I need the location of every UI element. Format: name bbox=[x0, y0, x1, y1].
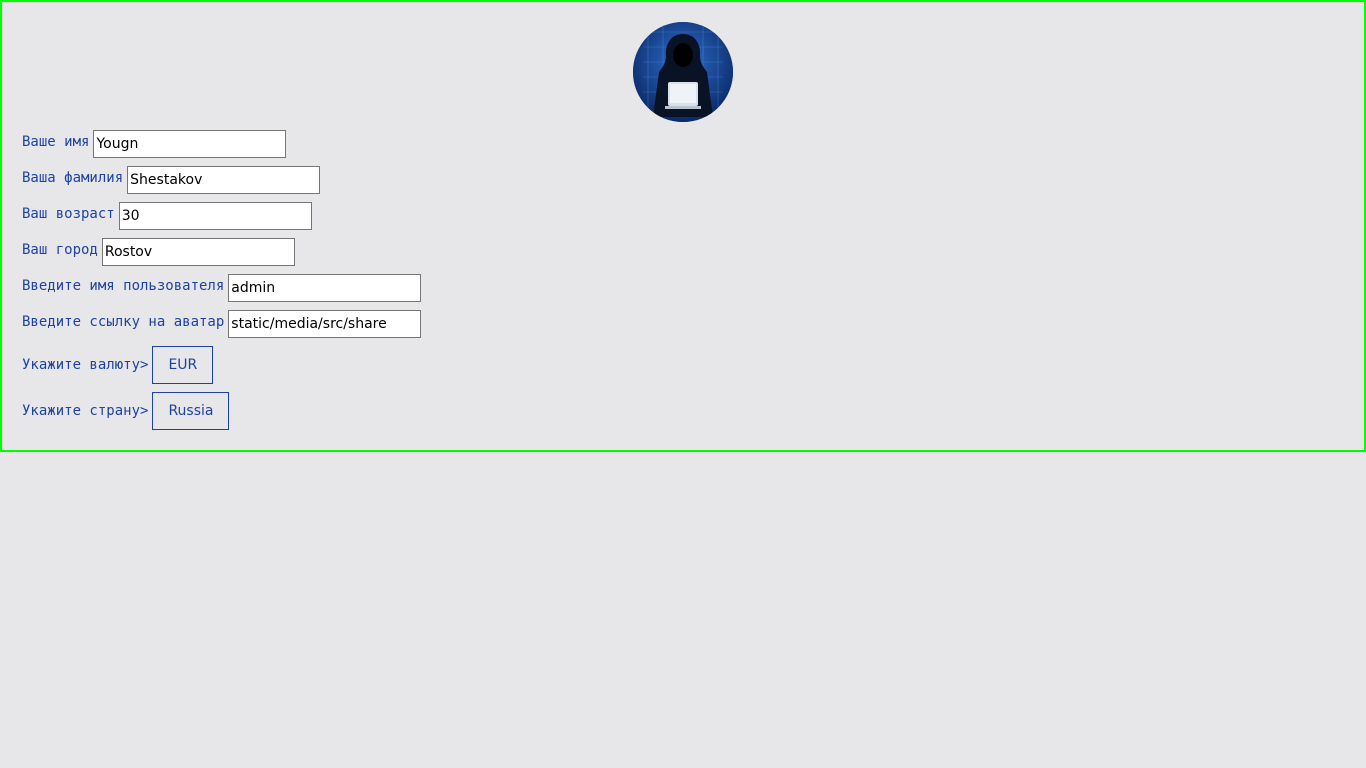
username-field[interactable] bbox=[228, 274, 422, 302]
hacker-avatar-icon bbox=[633, 22, 733, 122]
country-label: Укажите страну> bbox=[22, 403, 149, 419]
country-button[interactable]: Russia bbox=[152, 392, 230, 430]
username-label: Введите имя пользователя bbox=[22, 278, 225, 294]
currency-label: Укажите валюту> bbox=[22, 357, 149, 373]
last-name-row: Ваша фамилия bbox=[22, 166, 321, 196]
first-name-label: Ваше имя bbox=[22, 134, 90, 150]
currency-button[interactable]: EUR bbox=[152, 346, 214, 384]
first-name-row: Ваше имя bbox=[22, 130, 287, 160]
country-row: Укажите страну> Russia bbox=[22, 392, 230, 430]
age-row: Ваш возраст bbox=[22, 202, 312, 232]
last-name-field[interactable] bbox=[127, 166, 321, 194]
city-label: Ваш город bbox=[22, 242, 98, 258]
avatar-url-row: Введите ссылку на аватар bbox=[22, 310, 422, 340]
age-field[interactable] bbox=[118, 202, 312, 230]
city-row: Ваш город bbox=[22, 238, 295, 268]
age-label: Ваш возраст bbox=[22, 206, 115, 222]
currency-row: Укажите валюту> EUR bbox=[22, 346, 214, 384]
last-name-label: Ваша фамилия bbox=[22, 170, 124, 186]
avatar-url-field[interactable] bbox=[228, 310, 422, 338]
username-row: Введите имя пользователя bbox=[22, 274, 422, 304]
city-field[interactable] bbox=[101, 238, 295, 266]
first-name-field[interactable] bbox=[93, 130, 287, 158]
avatar bbox=[633, 22, 733, 122]
avatar-url-label: Введите ссылку на аватар bbox=[22, 314, 225, 330]
